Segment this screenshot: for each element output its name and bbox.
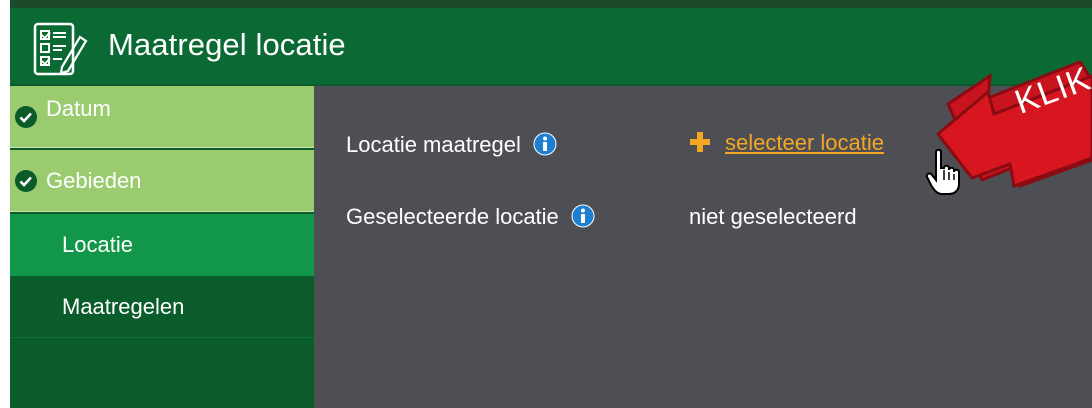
sidebar-item-datum[interactable]: Datum — [10, 86, 314, 148]
info-icon[interactable] — [571, 204, 595, 228]
step-sidebar: Datum Gebieden Locatie Maatregelen — [10, 86, 322, 408]
location-label: Locatie maatregel — [346, 132, 521, 157]
sidebar-item-label: Maatregelen — [62, 294, 185, 319]
check-circle-icon — [15, 106, 37, 128]
check-circle-icon — [15, 170, 37, 192]
selected-location-label: Geselecteerde locatie — [346, 204, 559, 229]
selected-location-row: Geselecteerde locatie — [346, 204, 595, 230]
window-title: Maatregel locatie — [108, 27, 346, 62]
sidebar-item-gebieden[interactable]: Gebieden — [10, 150, 314, 212]
location-row: Locatie maatregel — [346, 132, 557, 158]
sidebar-item-label: Gebieden — [46, 168, 142, 193]
select-location-label: selecteer locatie — [725, 130, 884, 155]
select-location-link[interactable]: selecteer locatie — [689, 130, 884, 156]
info-icon[interactable] — [533, 132, 557, 156]
plus-icon — [690, 132, 710, 152]
sidebar-item-locatie[interactable]: Locatie — [10, 214, 314, 276]
checklist-edit-icon — [33, 22, 88, 76]
sidebar-item-label: Datum — [46, 96, 111, 121]
sidebar-item-maatregelen[interactable]: Maatregelen — [10, 276, 314, 338]
sidebar-item-label: Locatie — [62, 232, 133, 257]
selected-location-value: niet geselecteerd — [689, 204, 857, 229]
